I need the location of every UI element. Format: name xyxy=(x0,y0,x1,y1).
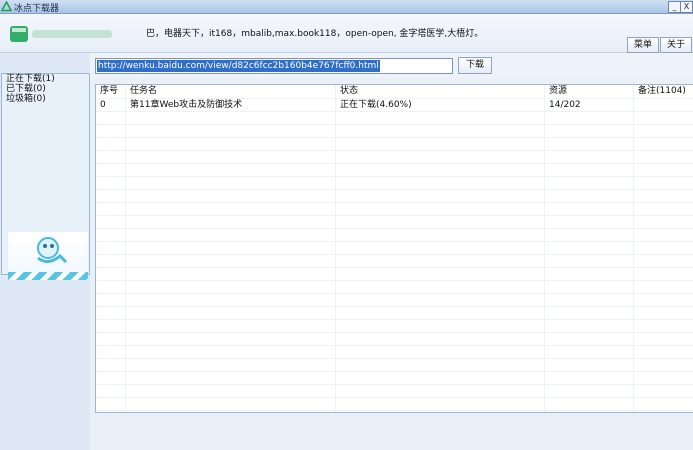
grid-row-line xyxy=(96,215,693,216)
title-bar: 冰点下载器 _ X xyxy=(0,0,693,14)
mascot-icon xyxy=(37,237,68,264)
column-header-index[interactable]: 序号 xyxy=(96,85,126,98)
url-input[interactable]: http://wenku.baidu.com/view/d82c6fcc2b16… xyxy=(95,58,453,74)
grid-row-line xyxy=(96,384,693,385)
grid-row-line xyxy=(96,228,693,229)
grid-row-line xyxy=(96,124,693,125)
grid-row-line xyxy=(96,410,693,411)
grid-row-line xyxy=(96,319,693,320)
grid-row-line xyxy=(96,397,693,398)
about-button[interactable]: 关于 xyxy=(660,37,692,53)
grid-row-line xyxy=(96,150,693,151)
grid-row-line xyxy=(96,176,693,177)
grid-row-line xyxy=(96,189,693,190)
column-header-status[interactable]: 状态 xyxy=(336,85,540,98)
left-panel: 正在下载(1) 已下载(0) 垃圾箱(0) xyxy=(0,53,90,450)
grid-row-line xyxy=(96,306,693,307)
sidebar-item-downloading[interactable]: 正在下载(1) xyxy=(2,74,89,84)
grid-divider xyxy=(125,85,126,412)
grid-row-line xyxy=(96,137,693,138)
grid-row-line xyxy=(96,254,693,255)
app-logo-icon xyxy=(1,1,12,12)
column-header-task[interactable]: 任务名 xyxy=(126,85,330,98)
progress-stripes xyxy=(8,272,88,280)
grid-divider xyxy=(544,85,545,412)
task-table: 序号 任务名 状态 资源 备注(1104) 0 第11章Web攻击及防御技术 正… xyxy=(95,84,693,413)
window-title: 冰点下载器 xyxy=(14,4,60,14)
notice-marquee: 巴，电器天下，it168，mbalib,max.book118，open-ope… xyxy=(146,29,484,39)
grid-row-line xyxy=(96,358,693,359)
grid-divider xyxy=(335,85,336,412)
grid-row-line xyxy=(96,111,693,112)
grid-row-line xyxy=(96,163,693,164)
download-button[interactable]: 下载 xyxy=(458,57,492,74)
grid-row-line xyxy=(96,241,693,242)
grid-row-line xyxy=(96,280,693,281)
grid-row-line xyxy=(96,332,693,333)
column-header-note[interactable]: 备注(1104) xyxy=(634,85,693,98)
sidebar-item-trash[interactable]: 垃圾箱(0) xyxy=(2,94,89,104)
grid-row-line xyxy=(96,202,693,203)
sidebar-item-downloaded[interactable]: 已下载(0) xyxy=(2,84,89,94)
grid-row-line xyxy=(96,293,693,294)
brand-logo-icon xyxy=(10,26,112,42)
header-banner: 巴，电器天下，it168，mbalib,max.book118，open-ope… xyxy=(0,14,693,53)
column-header-resource[interactable]: 资源 xyxy=(545,85,629,98)
grid-row-line xyxy=(96,371,693,372)
close-button[interactable]: X xyxy=(680,1,693,13)
grid-divider xyxy=(633,85,634,412)
table-header: 序号 任务名 状态 资源 备注(1104) xyxy=(96,85,693,98)
grid-row-line xyxy=(96,98,693,99)
url-input-value: http://wenku.baidu.com/view/d82c6fcc2b16… xyxy=(97,60,380,72)
mascot-panel xyxy=(8,232,88,280)
grid-row-line xyxy=(96,345,693,346)
menu-button[interactable]: 菜单 xyxy=(627,37,659,53)
grid-row-line xyxy=(96,267,693,268)
